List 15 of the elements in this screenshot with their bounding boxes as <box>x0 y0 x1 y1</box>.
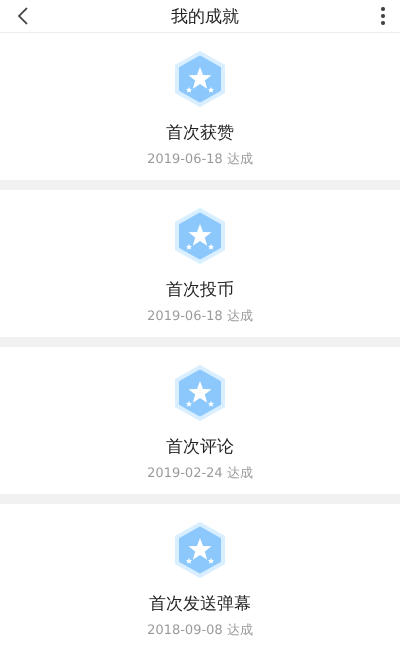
achievement-date: 2019-06-18 达成 <box>147 151 253 168</box>
achievement-name: 首次获赞 <box>166 122 234 144</box>
achievement-name: 首次投币 <box>166 279 234 301</box>
star-badge-icon <box>172 365 228 421</box>
achievement-date: 2019-02-24 达成 <box>147 465 253 482</box>
star-badge-icon <box>172 522 228 578</box>
achievement-date: 2018-09-08 达成 <box>147 622 253 639</box>
back-icon[interactable] <box>16 6 30 26</box>
achievement-date: 2019-06-18 达成 <box>147 308 253 325</box>
more-icon[interactable] <box>380 6 386 26</box>
achievement-name: 首次发送弹幕 <box>149 593 251 615</box>
star-badge-icon <box>172 51 228 107</box>
star-badge-icon <box>172 208 228 264</box>
page-title: 我的成就 <box>171 6 239 28</box>
achievement-name: 首次评论 <box>166 436 234 458</box>
